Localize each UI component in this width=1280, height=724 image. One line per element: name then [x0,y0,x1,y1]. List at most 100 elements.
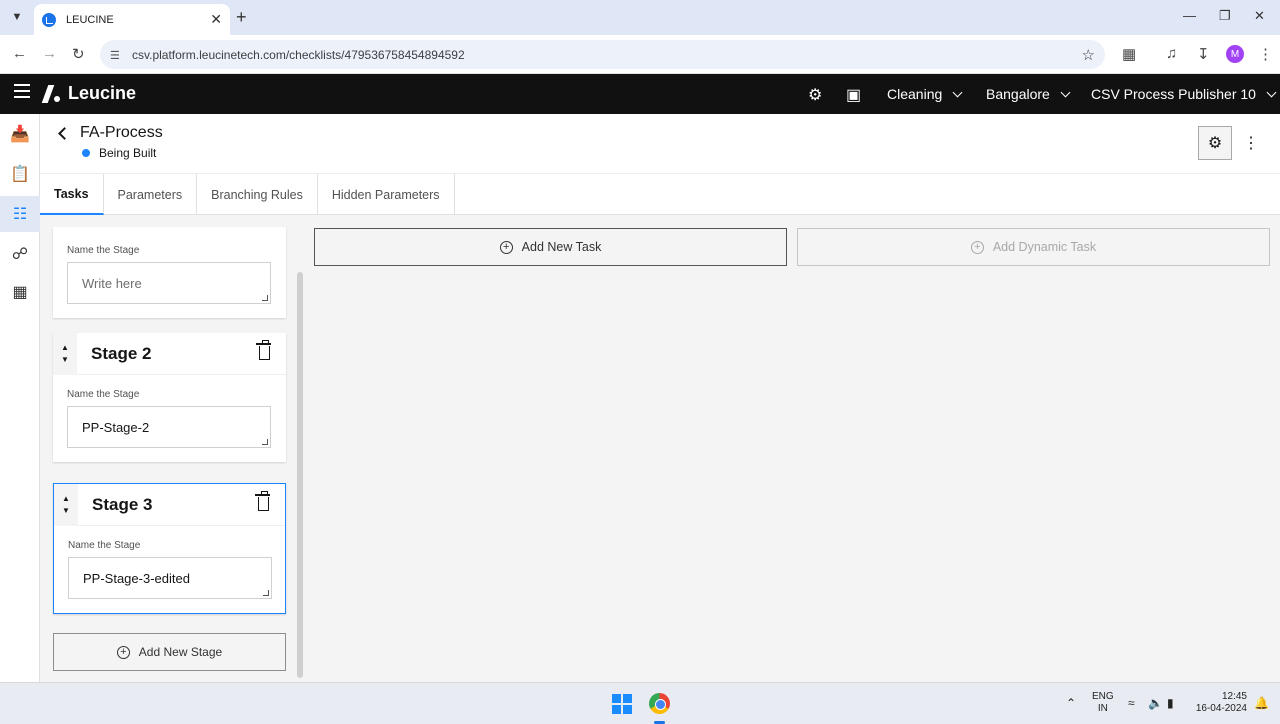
chevron-down-icon [1266,87,1277,97]
tab-search-icon[interactable]: ▼ [6,6,28,28]
stage-list-scrollbar[interactable] [297,272,303,678]
hamburger-menu-icon[interactable] [14,84,30,98]
window-close-icon[interactable]: ✕ [1254,8,1265,24]
use-case-dropdown[interactable]: Cleaning [887,86,963,102]
facility-label: Bangalore [986,86,1050,102]
ontology-icon[interactable]: ☍ [0,236,40,272]
gear-icon: ⚙ [1207,135,1223,152]
status-indicator: Being Built [82,146,156,160]
facility-dropdown[interactable]: Bangalore [986,86,1071,102]
extensions-icon[interactable]: ▦ [1122,45,1136,63]
tab-branching-rules[interactable]: Branching Rules [197,174,318,215]
new-tab-icon[interactable]: + [236,7,247,28]
add-dynamic-label: Add Dynamic Task [992,240,1097,254]
os-taskbar: ⌃ ENG IN ≈ 🔈 ▮ 12:45 16-04-2024 🔔 [0,682,1280,724]
use-case-label: Cleaning [887,86,943,102]
stage-name-input[interactable]: Write here [67,262,271,304]
stage-card: Name the Stage Write here [53,227,286,318]
page-title: FA-Process [80,124,163,141]
move-up-icon[interactable]: ▲ [61,342,69,354]
tab-title: LEUCINE [66,13,114,26]
stage-name-input[interactable]: PP-Stage-3-edited [68,557,272,599]
stage-header: ▲ ▼ Stage 2 [53,332,286,375]
process-flow-icon[interactable]: ☷ [0,196,40,232]
delete-stage-icon[interactable] [256,340,271,360]
url-text: csv.platform.leucinetech.com/checklists/… [132,47,465,62]
page-header: FA-Process Being Built ⚙ ⋮ [40,114,1280,174]
browser-tab[interactable]: LEUCINE ✕ [34,4,230,35]
stage-field-label: Name the Stage [68,540,141,551]
site-info-icon[interactable]: ☰ [110,49,124,62]
downloads-icon[interactable]: ↧ [1197,45,1210,63]
delete-stage-icon[interactable] [255,491,270,511]
status-text: Being Built [99,146,157,160]
notification-bell-icon[interactable]: 🔔 [1254,696,1269,710]
add-new-task-button[interactable]: + Add New Task [314,228,787,266]
clock-date: 16-04-2024 [1195,703,1247,714]
stage-reorder-control[interactable]: ▲ ▼ [54,483,78,526]
stage-name-input[interactable]: PP-Stage-2 [67,406,271,448]
move-down-icon[interactable]: ▼ [62,505,70,517]
chrome-taskbar-icon[interactable] [649,693,670,714]
tray-overflow-icon[interactable]: ⌃ [1066,696,1076,710]
tab-close-icon[interactable]: ✕ [210,11,222,28]
add-dynamic-task-button[interactable]: + Add Dynamic Task [797,228,1270,266]
user-label: CSV Process Publisher 10 [1091,86,1256,102]
user-dropdown[interactable]: CSV Process Publisher 10 [1091,86,1277,102]
stage-field-label: Name the Stage [67,245,140,256]
restore-icon[interactable]: ❐ [1219,8,1231,24]
leucine-logo[interactable]: Leucine [42,83,136,104]
back-chevron-icon[interactable] [58,127,71,140]
tab-tasks[interactable]: Tasks [40,174,104,215]
forward-arrow-icon[interactable]: → [42,45,57,62]
plus-circle-icon: + [970,240,984,254]
wifi-icon[interactable]: ≈ [1128,696,1135,710]
add-new-stage-button[interactable]: + Add New Stage [53,633,286,671]
bookmark-star-icon[interactable]: ☆ [1082,46,1095,64]
left-nav-rail: 📥 📋 ☷ ☍ ▦ [0,114,40,682]
clock[interactable]: 12:45 16-04-2024 [1193,691,1247,715]
language-indicator[interactable]: ENG IN [1092,691,1114,715]
profile-avatar[interactable]: M [1226,45,1244,63]
stage-card-selected: ▲ ▼ Stage 3 Name the Stage PP-Stage-3-ed… [53,483,286,614]
logo-text: Leucine [68,83,137,103]
reports-icon[interactable]: ▦ [0,274,40,310]
chevron-down-icon [1060,87,1071,97]
move-up-icon[interactable]: ▲ [62,493,70,505]
stage-field-label: Name the Stage [67,389,140,400]
inbox-icon[interactable]: 📥 [0,116,40,152]
chevron-down-icon [952,87,963,97]
stage-card: ▲ ▼ Stage 2 Name the Stage PP-Stage-2 [53,332,286,462]
volume-icon[interactable]: 🔈 [1148,696,1163,710]
leucine-favicon [42,12,56,27]
tab-hidden-parameters[interactable]: Hidden Parameters [318,174,455,215]
battery-icon[interactable]: ▮ [1167,696,1174,710]
stage-list: Name the Stage Write here ▲ ▼ Stage 2 Na… [40,215,308,682]
add-stage-label: Add New Stage [138,645,223,659]
browser-toolbar: ← → ↻ ☰ csv.platform.leucinetech.com/che… [0,35,1280,74]
browser-menu-icon[interactable]: ⋮ [1258,45,1273,63]
more-options-button[interactable]: ⋮ [1240,126,1262,160]
process-tabs: Tasks Parameters Branching Rules Hidden … [40,174,1280,215]
media-control-icon[interactable]: ♫ [1166,45,1177,62]
windows-start-icon[interactable] [612,694,632,714]
checklist-icon[interactable]: 📋 [0,156,40,192]
clock-time: 12:45 [1221,691,1247,702]
lang-bottom: IN [1097,703,1108,714]
reload-icon[interactable]: ↻ [72,45,85,63]
address-bar[interactable]: ☰ csv.platform.leucinetech.com/checklist… [100,40,1105,69]
plus-circle-icon: + [116,645,130,659]
plus-circle-icon: + [499,240,513,254]
move-down-icon[interactable]: ▼ [61,354,69,366]
stage-title: Stage 3 [92,494,153,514]
tab-parameters[interactable]: Parameters [104,174,198,215]
settings-gear-icon[interactable]: ⚙ [808,85,822,105]
scan-icon[interactable]: ▣ [846,85,861,105]
stage-reorder-control[interactable]: ▲ ▼ [53,332,77,375]
app-header: Leucine ⚙ ▣ Cleaning Bangalore CSV Proce… [0,74,1280,114]
add-task-label: Add New Task [521,240,602,254]
process-settings-button[interactable]: ⚙ [1198,126,1232,160]
status-dot [82,149,90,157]
back-arrow-icon[interactable]: ← [12,45,27,62]
minimize-icon[interactable]: — [1183,8,1196,23]
